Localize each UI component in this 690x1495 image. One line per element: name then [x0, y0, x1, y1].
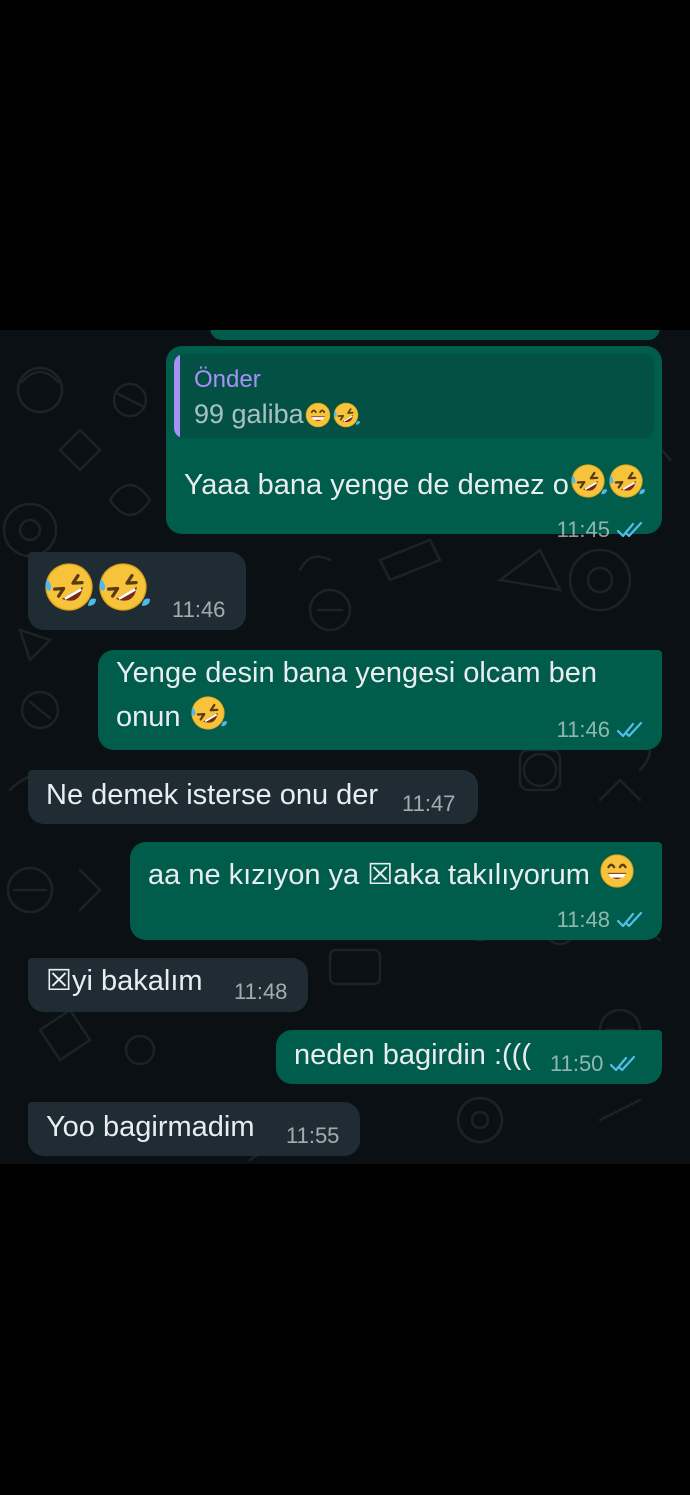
message-bubble-incoming[interactable]: Ne demek isterse onu der 11:47 [28, 770, 478, 824]
message-time: 11:47 [402, 791, 456, 816]
message-bubble-incoming[interactable]: ☒yi bakalım 11:48 [28, 958, 308, 1012]
emoji-only-message [42, 560, 150, 626]
message-text-line: onun [116, 694, 227, 738]
rolling-on-floor-laughing-icon [42, 560, 96, 614]
rolling-on-floor-laughing-icon [607, 462, 645, 500]
grinning-face-icon [598, 852, 636, 890]
previous-message-bubble [210, 330, 660, 340]
double-check-icon [616, 720, 646, 740]
message-bubble-outgoing[interactable]: Önder 99 galiba Yaaa bana yenge de demez… [166, 346, 662, 542]
message-text-line: Yaaa bana yenge de demez o [184, 462, 645, 506]
message-bubble-incoming[interactable]: 11:46 [28, 552, 246, 630]
message-text-line: aa ne kızıyon ya ☒aka takılıyorum [148, 852, 636, 896]
message-time: 11:45 [556, 517, 610, 542]
quote-author: Önder [194, 366, 261, 393]
grinning-face-icon [304, 401, 332, 429]
message-time: 11:46 [556, 717, 610, 742]
message-bubble-incoming[interactable]: Yoo bagirmadim 11:55 [28, 1102, 360, 1156]
rolling-on-floor-laughing-icon [569, 462, 607, 500]
message-time: 11:48 [556, 907, 610, 932]
message-bubble-outgoing[interactable]: neden bagirdin :((( 11:50 [276, 1030, 662, 1084]
message-meta: 11:46 [557, 718, 646, 742]
message-time: 11:48 [234, 979, 288, 1004]
message-text: aa ne kızıyon ya ☒aka takılıyorum [148, 859, 590, 891]
message-text: onun [116, 701, 181, 733]
double-check-icon [609, 1054, 639, 1074]
message-time: 11:46 [172, 597, 226, 622]
reply-quote[interactable]: Önder 99 galiba [174, 354, 654, 438]
message-bubble-outgoing[interactable]: aa ne kızıyon ya ☒aka takılıyorum 11:48 [130, 842, 662, 940]
message-text: Yaaa bana yenge de demez o [184, 469, 569, 501]
double-check-icon [616, 910, 646, 930]
message-text: Yoo bagirmadim [46, 1111, 255, 1143]
message-time: 11:55 [286, 1123, 340, 1148]
message-text: ☒yi bakalım [46, 965, 203, 997]
double-check-icon [616, 520, 646, 540]
message-time: 11:50 [550, 1051, 604, 1076]
quote-text: 99 galiba [194, 398, 360, 430]
rolling-on-floor-laughing-icon [96, 560, 150, 614]
message-bubble-outgoing[interactable]: Yenge desin bana yengesi olcam ben onun … [98, 650, 662, 750]
message-text: neden bagirdin :((( [294, 1039, 531, 1071]
message-text: Ne demek isterse onu der [46, 779, 379, 811]
quote-message-text: 99 galiba [194, 399, 304, 429]
quote-accent-bar [174, 354, 180, 438]
message-meta: 11:50 [550, 1052, 639, 1076]
message-meta: 11:45 [557, 518, 646, 542]
rolling-on-floor-laughing-icon [189, 694, 227, 732]
message-text: Yenge desin bana yengesi olcam ben [116, 657, 598, 689]
rolling-on-floor-laughing-icon [332, 401, 360, 429]
message-meta: 11:48 [557, 908, 646, 932]
chat-area[interactable]: Önder 99 galiba Yaaa bana yenge de demez… [0, 330, 690, 1164]
